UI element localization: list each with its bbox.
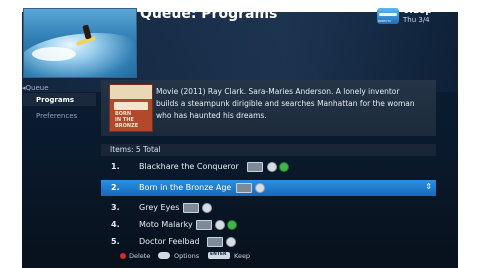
sidebar-item-programs[interactable]: Programs bbox=[36, 96, 74, 104]
item-number: 5. bbox=[111, 237, 120, 246]
list-header: Items: 5 Total bbox=[101, 144, 436, 156]
foam-shape bbox=[32, 47, 76, 61]
item-name: Doctor Feelbad bbox=[139, 237, 200, 246]
page-title: Queue: Programs bbox=[140, 6, 278, 22]
hd-badge-icon bbox=[236, 183, 252, 193]
hd-badge-icon bbox=[196, 220, 212, 230]
info-icon bbox=[226, 237, 236, 247]
item-name: Grey Eyes bbox=[139, 203, 180, 212]
info-icon bbox=[215, 220, 225, 230]
item-name: Moto Malarky bbox=[139, 220, 193, 229]
logo-stripe bbox=[379, 13, 397, 16]
program-description: Movie (2011) Ray Clark. Sara-Maries Ande… bbox=[156, 87, 415, 120]
clock: 6:18p bbox=[403, 6, 432, 16]
info-icon bbox=[255, 183, 265, 193]
date: Thu 3/4 bbox=[403, 16, 430, 24]
program-poster: BORN IN THE BRONZE bbox=[109, 84, 153, 132]
poster-top bbox=[110, 85, 152, 99]
items-count: Items: 5 Total bbox=[110, 145, 161, 154]
green-record-icon bbox=[279, 162, 289, 172]
sidebar-item-preferences[interactable]: Preferences bbox=[36, 112, 77, 120]
item-number: 4. bbox=[111, 220, 120, 229]
poster-title-line: BRONZE bbox=[115, 123, 139, 129]
legend-options: Options bbox=[174, 252, 200, 260]
directv-logo-icon: DIRECTV bbox=[377, 8, 399, 24]
list-item[interactable]: 3. Grey Eyes bbox=[101, 200, 436, 216]
poster-mid bbox=[114, 102, 148, 110]
legend-keep: Keep bbox=[234, 252, 251, 260]
item-number: 2. bbox=[111, 183, 120, 192]
up-down-arrows-icon[interactable]: ⇕ bbox=[425, 182, 432, 191]
enter-key-label: ENTER bbox=[210, 252, 227, 257]
item-number: 1. bbox=[111, 162, 120, 171]
item-number: 3. bbox=[111, 203, 120, 212]
list-item[interactable]: 4. Moto Malarky bbox=[101, 217, 436, 233]
legend-delete: Delete bbox=[129, 252, 151, 260]
hd-badge-icon bbox=[207, 237, 223, 247]
red-button-icon bbox=[120, 253, 126, 259]
list-item[interactable]: 1. Blackhare the Conqueror bbox=[101, 159, 436, 175]
hd-badge-icon bbox=[183, 203, 199, 213]
options-button-icon bbox=[158, 252, 170, 259]
back-link[interactable]: ◂Queue bbox=[22, 84, 49, 92]
item-name: Born in the Bronze Age bbox=[139, 183, 232, 192]
green-record-icon bbox=[227, 220, 237, 230]
info-icon bbox=[267, 162, 277, 172]
list-item-selected[interactable]: 2. Born in the Bronze Age ⇕ bbox=[101, 180, 436, 196]
info-icon bbox=[202, 203, 212, 213]
hero-thumbnail bbox=[23, 8, 137, 78]
hd-badge-icon bbox=[247, 162, 263, 172]
list-item[interactable]: 5. Doctor Feelbad bbox=[101, 234, 436, 250]
item-name: Blackhare the Conqueror bbox=[139, 162, 239, 171]
logo-text: DIRECTV bbox=[378, 19, 392, 23]
